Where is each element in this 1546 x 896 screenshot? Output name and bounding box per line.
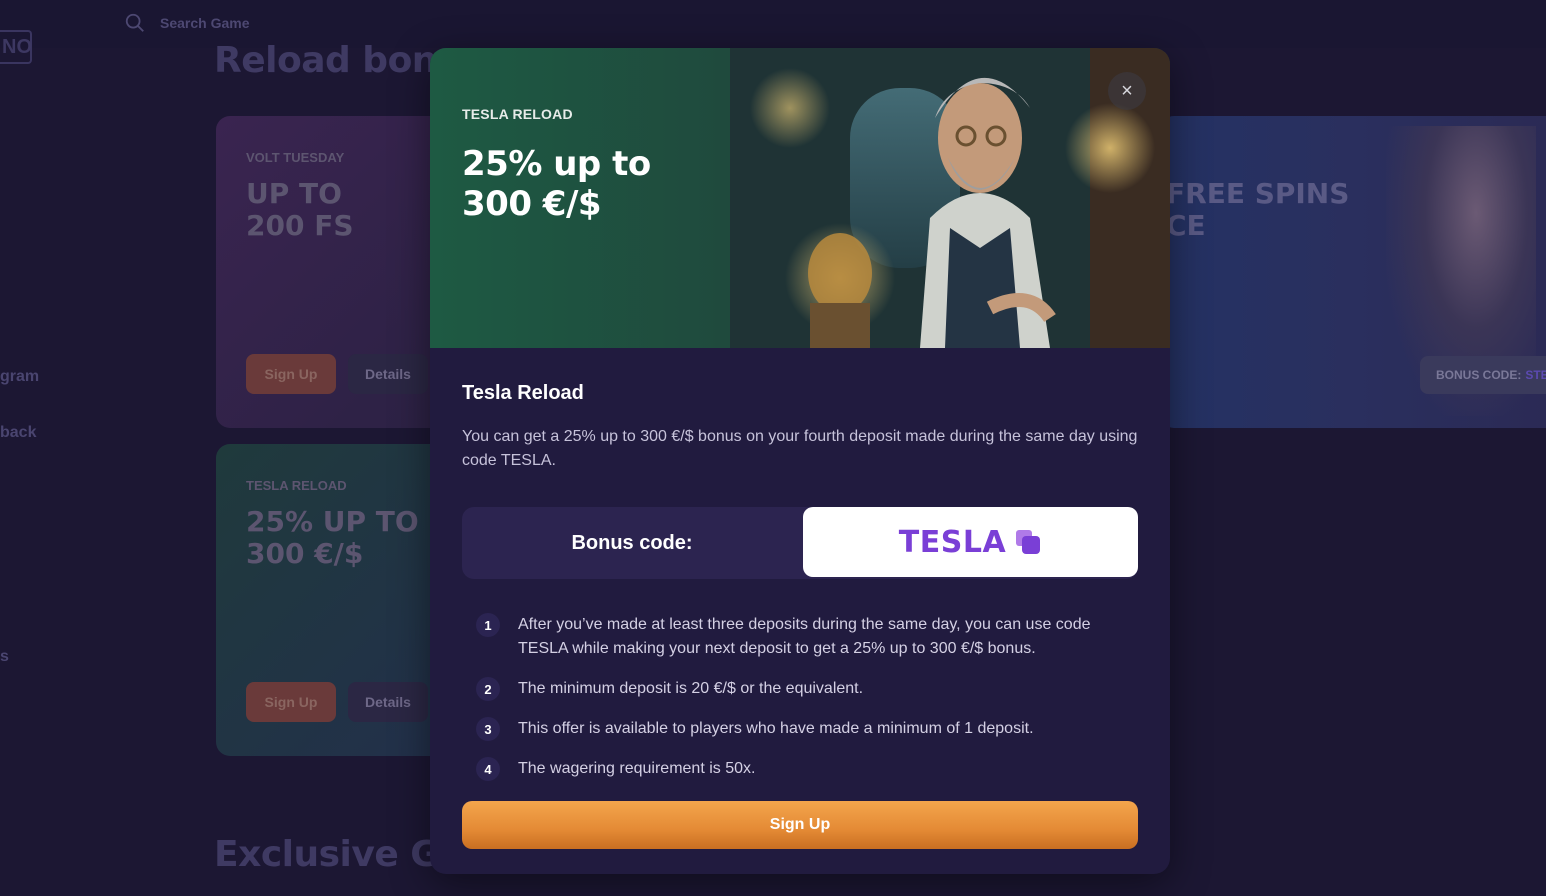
card-kicker: VOLT TUESDAY (246, 150, 345, 165)
card-headline: FREE SPINS CE (1166, 177, 1350, 242)
close-button[interactable]: × (1108, 72, 1146, 110)
hero-title: 25% up to 300 €/$ (462, 144, 651, 224)
step-number: 4 (476, 757, 500, 781)
sidebar-item-cashback[interactable]: back (0, 424, 36, 442)
list-item: 4 The wagering requirement is 50x. (462, 757, 1138, 781)
card-kicker: TESLA RELOAD (246, 478, 347, 493)
bonus-code-chip[interactable]: BONUS CODE: STE (1420, 356, 1546, 394)
step-text: The minimum deposit is 20 €/$ or the equ… (518, 680, 864, 697)
signup-button[interactable]: Sign Up (462, 801, 1138, 849)
card-headline: 25% UP TO 300 €/$ (246, 505, 419, 570)
step-text: This offer is available to players who h… (518, 720, 1034, 737)
bonus-code-label: Bonus code: (571, 531, 693, 554)
terms-list: 1 After you’ve made at least three depos… (462, 613, 1138, 781)
card-details-button[interactable]: Details (348, 682, 428, 722)
step-number: 3 (476, 717, 500, 741)
card-details-button[interactable]: Details (348, 354, 428, 394)
card-signup-button[interactable]: Sign Up (246, 354, 336, 394)
list-item: 1 After you’ve made at least three depos… (462, 613, 1138, 661)
bonus-code-box: Bonus code: TESLA (462, 507, 1138, 579)
copy-icon (1016, 530, 1041, 554)
list-item: 2 The minimum deposit is 20 €/$ or the e… (462, 677, 1138, 701)
bonus-code-label: BONUS CODE: (1436, 368, 1522, 382)
modal-title: Tesla Reload (462, 382, 584, 404)
modal-hero-banner: TESLA RELOAD 25% up to 300 €/$ × (430, 48, 1170, 348)
section-title-exclusive: Exclusive G (214, 834, 440, 875)
bonus-code-copy-button[interactable]: TESLA (803, 507, 1138, 577)
bonus-code-value: STE (1525, 368, 1546, 382)
bonus-code-value: TESLA (898, 524, 1007, 560)
card-headline: UP TO 200 FS (246, 177, 354, 242)
hero-illustration (730, 48, 1170, 348)
step-number: 2 (476, 677, 500, 701)
sidebar-item-program[interactable]: gram (0, 368, 39, 386)
modal-description: You can get a 25% up to 300 €/$ bonus on… (462, 428, 1138, 469)
search-icon (125, 13, 144, 32)
promo-card-free-spins: FREE SPINS CE BONUS CODE: STE (1160, 116, 1546, 428)
search-input[interactable]: Search Game (160, 15, 250, 31)
sidebar-item-partial[interactable]: s (0, 648, 9, 666)
step-number: 1 (476, 613, 500, 637)
bonus-modal: TESLA RELOAD 25% up to 300 €/$ × Tesla R… (430, 48, 1170, 874)
modal-body: Tesla Reload You can get a 25% up to 300… (430, 348, 1170, 781)
site-logo[interactable]: NO (0, 30, 32, 64)
hero-kicker: TESLA RELOAD (462, 106, 573, 122)
card-signup-button[interactable]: Sign Up (246, 682, 336, 722)
close-icon: × (1121, 79, 1133, 102)
list-item: 3 This offer is available to players who… (462, 717, 1138, 741)
step-text: After you’ve made at least three deposit… (518, 616, 1091, 657)
step-text: The wagering requirement is 50x. (518, 760, 756, 777)
search-bar[interactable]: Search Game (124, 12, 250, 34)
